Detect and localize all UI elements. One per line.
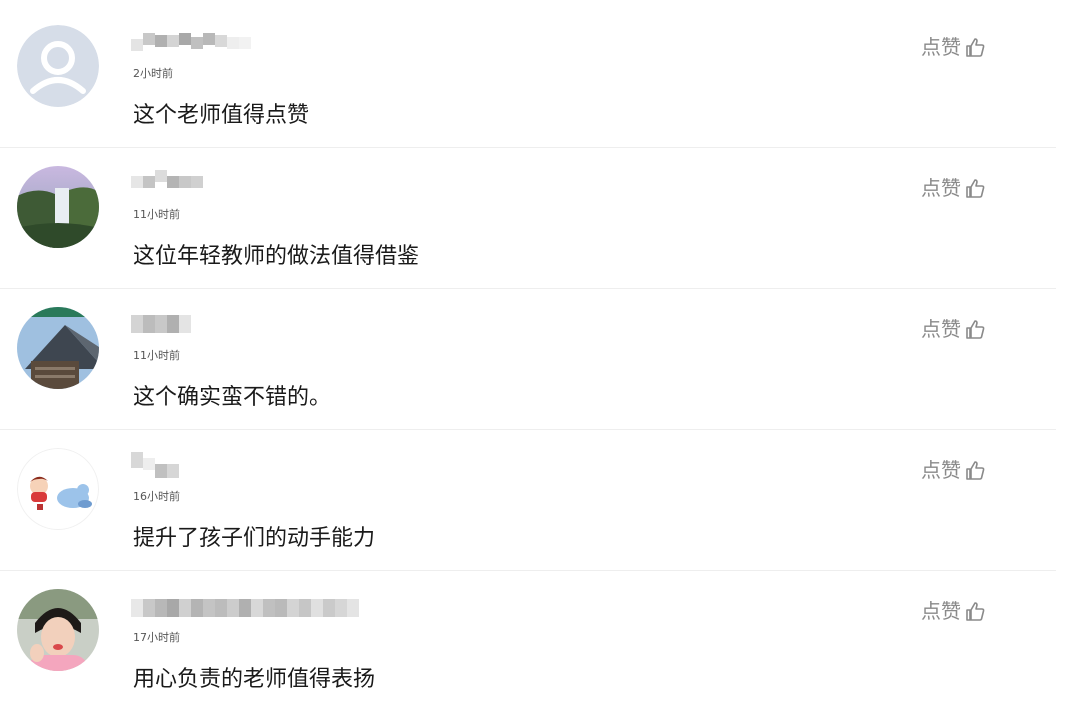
username-blurred[interactable]: [131, 311, 191, 335]
comment-item: 2小时前 这个老师值得点赞 点赞: [0, 7, 1056, 148]
avatar[interactable]: [17, 307, 99, 389]
username-blurred[interactable]: [131, 29, 251, 53]
like-label: 点赞: [921, 317, 961, 341]
comment-content: 这个老师值得点赞: [133, 103, 310, 128]
like-button[interactable]: 点赞: [921, 174, 986, 202]
comment-content: 用心负责的老师值得表扬: [133, 667, 376, 692]
comment-time: 11小时前: [133, 349, 180, 362]
person-selfie-avatar-icon: [17, 589, 99, 671]
pyramid-building-avatar-icon: [17, 307, 99, 389]
like-button[interactable]: 点赞: [921, 33, 986, 61]
comment-item: 11小时前 这个确实蛮不错的。 点赞: [0, 289, 1056, 430]
avatar[interactable]: [17, 448, 99, 530]
like-label: 点赞: [921, 599, 961, 623]
comment-time: 2小时前: [133, 67, 173, 80]
avatar[interactable]: [17, 25, 99, 107]
like-label: 点赞: [921, 458, 961, 482]
thumbs-up-icon: [964, 36, 986, 58]
like-button[interactable]: 点赞: [921, 597, 986, 625]
comment-list: 2小时前 这个老师值得点赞 点赞 11小时前 这位年轻教师的做法值得借鉴 点赞 …: [0, 0, 1080, 699]
comment-time: 17小时前: [133, 631, 180, 644]
like-label: 点赞: [921, 176, 961, 200]
comment-time: 16小时前: [133, 490, 180, 503]
thumbs-up-icon: [964, 600, 986, 622]
like-button[interactable]: 点赞: [921, 456, 986, 484]
comment-time: 11小时前: [133, 208, 180, 221]
like-label: 点赞: [921, 35, 961, 59]
comment-item: 11小时前 这位年轻教师的做法值得借鉴 点赞: [0, 148, 1056, 289]
avatar[interactable]: [17, 589, 99, 671]
comment-content: 这个确实蛮不错的。: [133, 385, 332, 410]
thumbs-up-icon: [964, 177, 986, 199]
comment-item: 16小时前 提升了孩子们的动手能力 点赞: [0, 430, 1056, 571]
default-user-avatar-icon: [17, 25, 99, 107]
username-blurred[interactable]: [131, 170, 203, 194]
thumbs-up-icon: [964, 459, 986, 481]
like-button[interactable]: 点赞: [921, 315, 986, 343]
comment-content: 这位年轻教师的做法值得借鉴: [133, 244, 420, 269]
username-blurred[interactable]: [131, 593, 359, 617]
avatar[interactable]: [17, 166, 99, 248]
comment-item: 17小时前 用心负责的老师值得表扬 点赞: [0, 571, 1056, 712]
thumbs-up-icon: [964, 318, 986, 340]
username-blurred[interactable]: [131, 452, 179, 478]
cartoon-baby-avatar-icon: [17, 448, 99, 530]
comment-content: 提升了孩子们的动手能力: [133, 526, 376, 551]
waterfall-photo-avatar-icon: [17, 166, 99, 248]
